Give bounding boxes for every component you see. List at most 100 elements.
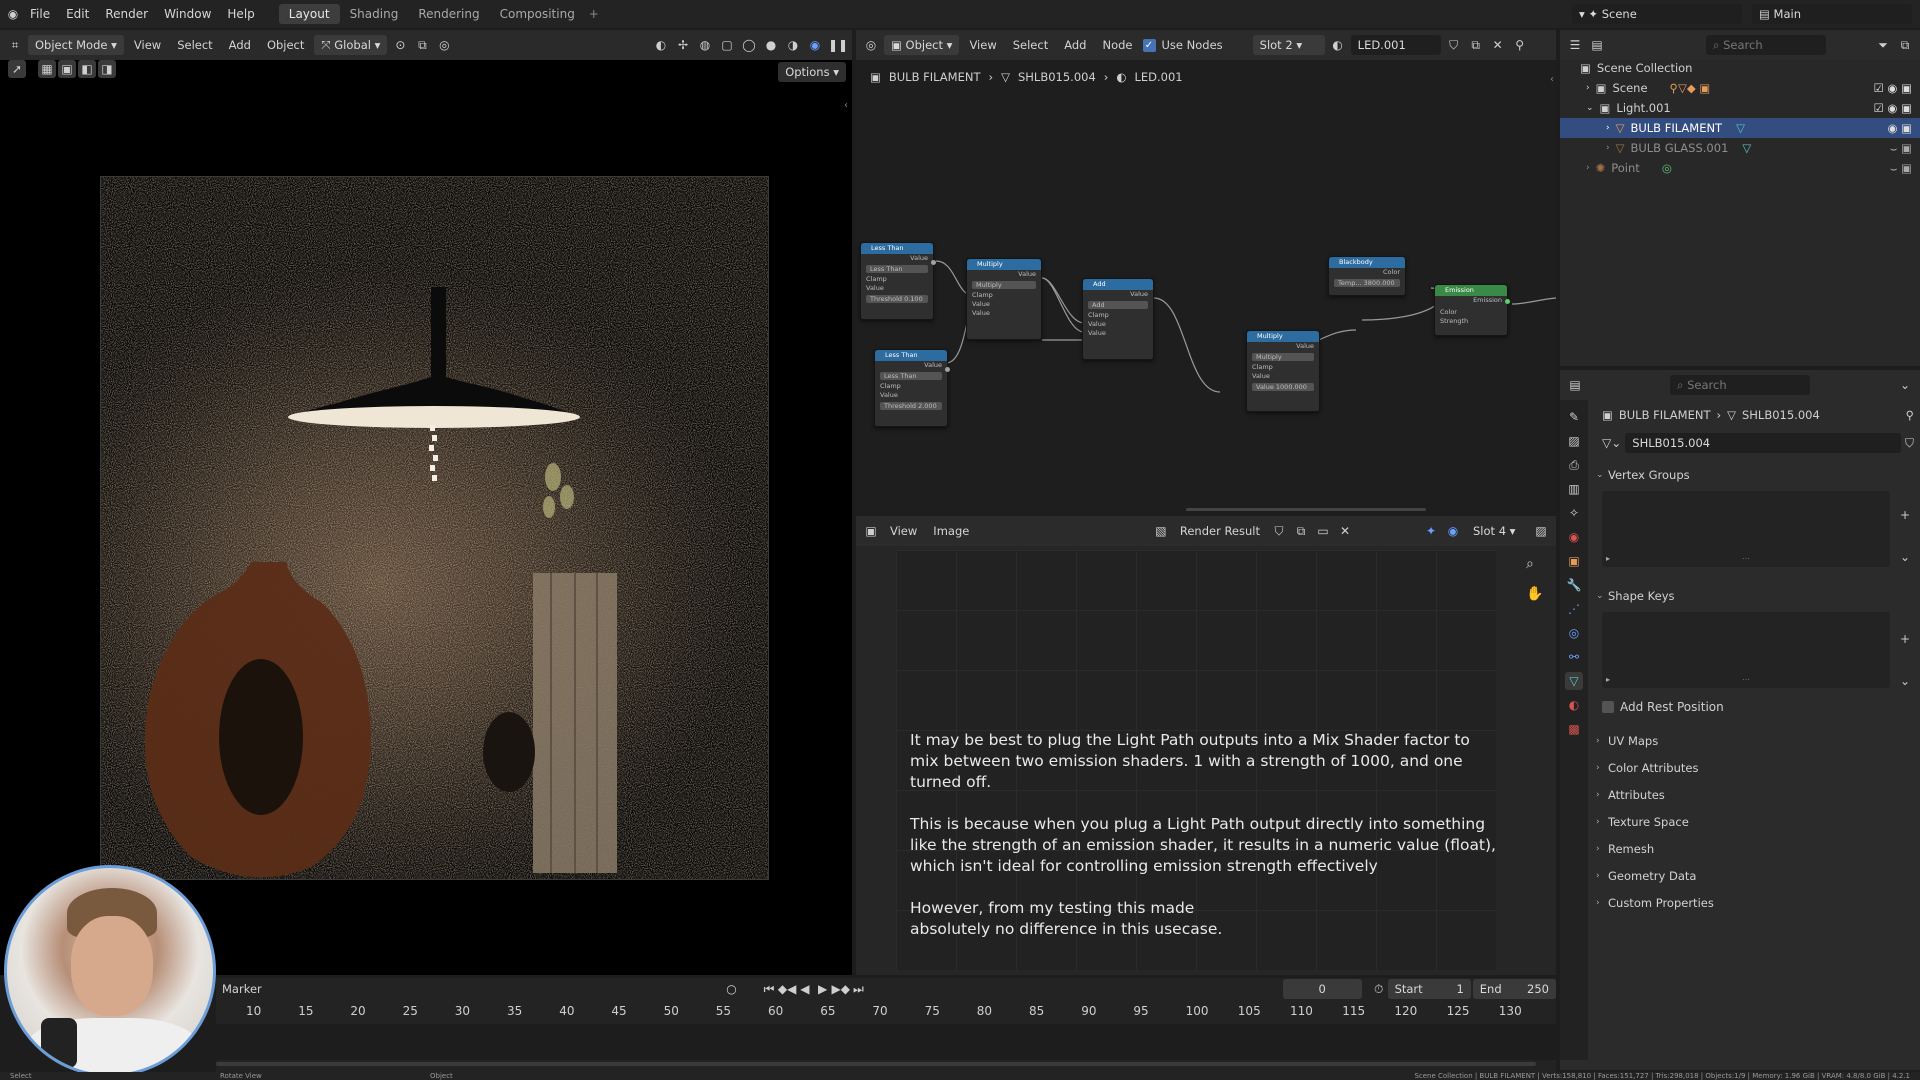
- node-value-field[interactable]: Value 1000.000: [1252, 383, 1314, 391]
- outliner-search-input[interactable]: ⌕ Search: [1706, 35, 1826, 55]
- section-geometry-data[interactable]: › Geometry Data: [1594, 863, 1914, 890]
- zoom-icon[interactable]: ⌕: [1526, 556, 1534, 572]
- timeline-scrollbar[interactable]: [216, 1062, 1536, 1066]
- image-name[interactable]: Render Result: [1174, 524, 1266, 538]
- fake-user-icon[interactable]: ⛉: [1270, 522, 1288, 540]
- properties-area[interactable]: ▤ ⌕ Search ⌄ ✎ ▨ ⎙ ▥ ✧ ◉ ▣ 🔧 ⋰ ◎ ⚯ ▽ ◐ ▩…: [1560, 370, 1920, 1070]
- properties-search-input[interactable]: ⌕ Search: [1670, 375, 1810, 395]
- jump-end-icon[interactable]: ⏭: [850, 980, 868, 998]
- play-icon[interactable]: ▶: [814, 980, 832, 998]
- outliner-row-scene-collection[interactable]: ▣ Scene Collection: [1560, 58, 1920, 78]
- data-tab-icon[interactable]: ▽: [1565, 672, 1583, 690]
- sample-icon[interactable]: ✦: [1422, 522, 1440, 540]
- fake-user-icon[interactable]: ⛉: [1905, 436, 1914, 451]
- menu-help[interactable]: Help: [219, 0, 262, 28]
- add-workspace-icon[interactable]: +: [585, 5, 603, 23]
- list-resize-icon[interactable]: ⋯: [1742, 554, 1750, 563]
- outliner-type-icon[interactable]: ☰: [1566, 36, 1584, 54]
- rendered-shading-icon[interactable]: ◉: [806, 36, 824, 54]
- render-tab-icon[interactable]: ▨: [1565, 432, 1583, 450]
- visibility-toggles[interactable]: ☑ ◉ ▣: [1873, 98, 1912, 118]
- options-chevron-icon[interactable]: ⌄: [1896, 376, 1914, 394]
- scene-selector[interactable]: ▾ ✦ Scene: [1572, 4, 1742, 24]
- pause-render-icon[interactable]: ❚❚: [828, 36, 848, 54]
- collapse-arrow-icon[interactable]: ‹: [844, 100, 848, 111]
- new-image-icon[interactable]: ⧉: [1292, 522, 1310, 540]
- select-box-icon[interactable]: ▦: [38, 60, 56, 78]
- overlay-icon[interactable]: ◍: [696, 36, 714, 54]
- node-editor-area[interactable]: ◎ ▣ Object ▾ View Select Add Node ✓ Use …: [856, 30, 1556, 512]
- list-expand-icon[interactable]: ▸: [1606, 554, 1610, 563]
- outliner-area[interactable]: ☰ ▤ ⌕ Search ⏷ ⧉ ▣ Scene Collection › ▣ Sce…: [1560, 30, 1920, 366]
- node-clamp[interactable]: Clamp: [1247, 363, 1319, 372]
- display-channels-icon[interactable]: ◉: [1444, 522, 1462, 540]
- solid-shading-icon[interactable]: ●: [762, 36, 780, 54]
- tab-layout[interactable]: Layout: [278, 4, 340, 24]
- outliner-row-bulb-glass[interactable]: › ▽ BULB GLASS.001 ▽ ⌣ ▣: [1560, 138, 1920, 158]
- menu-add[interactable]: Add: [223, 38, 257, 52]
- select-subtract-icon[interactable]: ◧: [78, 60, 96, 78]
- view-layer-tab-icon[interactable]: ▥: [1565, 480, 1583, 498]
- play-reverse-icon[interactable]: ◀: [796, 980, 814, 998]
- filter-icon[interactable]: ⏷: [1874, 36, 1892, 54]
- options-button[interactable]: Options ▾: [778, 62, 846, 82]
- blender-logo-icon[interactable]: ◉: [4, 5, 22, 23]
- section-uv-maps[interactable]: › UV Maps: [1594, 728, 1914, 755]
- node-clamp[interactable]: Clamp: [875, 382, 947, 391]
- menu-file[interactable]: File: [22, 0, 58, 28]
- physics-tab-icon[interactable]: ◎: [1565, 624, 1583, 642]
- visibility-toggles[interactable]: ◉ ▣: [1887, 118, 1912, 138]
- node-threshold-field[interactable]: Threshold 2.000: [880, 402, 942, 410]
- visibility-toggles[interactable]: ☑ ◉ ▣: [1873, 78, 1912, 98]
- node-multiply-1[interactable]: Multiply Value Multiply Clamp Value Valu…: [966, 258, 1042, 340]
- start-frame-field[interactable]: Start 1: [1387, 979, 1471, 999]
- section-remesh[interactable]: › Remesh: [1594, 836, 1914, 863]
- menu-select[interactable]: Select: [171, 38, 218, 52]
- node-multiply-2[interactable]: Multiply Value Multiply Clamp Value Valu…: [1246, 330, 1320, 412]
- node-clamp[interactable]: Clamp: [967, 291, 1041, 300]
- tab-rendering[interactable]: Rendering: [408, 4, 489, 24]
- node-clamp[interactable]: Clamp: [861, 275, 933, 284]
- section-attributes[interactable]: › Attributes: [1594, 782, 1914, 809]
- mode-dropdown[interactable]: Object Mode ▾: [28, 35, 124, 55]
- node-op-dropdown[interactable]: Add: [1088, 301, 1148, 309]
- current-frame-field[interactable]: 0: [1282, 979, 1362, 999]
- node-op-dropdown[interactable]: Less Than: [880, 372, 942, 380]
- viewport-area[interactable]: ⌗ Object Mode ▾ View Select Add Object ⤧…: [0, 30, 852, 1077]
- open-image-icon[interactable]: ▭: [1314, 522, 1332, 540]
- pivot-icon[interactable]: ⊙: [391, 36, 409, 54]
- image-editor-type-icon[interactable]: ▣: [862, 522, 880, 540]
- image-browse-icon[interactable]: ▧: [1152, 522, 1170, 540]
- section-color-attributes[interactable]: › Color Attributes: [1594, 755, 1914, 782]
- node-less-than-2[interactable]: Less Than Value Less Than Clamp Value Th…: [874, 349, 950, 427]
- expand-icon[interactable]: ›: [1606, 118, 1610, 138]
- proportional-icon[interactable]: ◎: [435, 36, 453, 54]
- expand-icon[interactable]: ›: [1586, 78, 1590, 98]
- cursor-tool-icon[interactable]: ➚: [8, 60, 26, 78]
- vertex-group-menu-icon[interactable]: ⌄: [1900, 550, 1910, 564]
- object-tab-icon[interactable]: ▣: [1565, 552, 1583, 570]
- snap-icon[interactable]: ⧉: [413, 36, 431, 54]
- collapse-arrow-icon[interactable]: ‹: [1550, 74, 1554, 85]
- socket-out[interactable]: [1505, 299, 1510, 304]
- list-resize-icon[interactable]: ⋯: [1742, 675, 1750, 684]
- shape-key-menu-icon[interactable]: ⌄: [1900, 674, 1910, 688]
- world-tab-icon[interactable]: ◉: [1565, 528, 1583, 546]
- expand-icon[interactable]: ›: [1606, 138, 1610, 158]
- view-options-icon[interactable]: ▨: [1532, 522, 1550, 540]
- section-custom-properties[interactable]: › Custom Properties: [1594, 890, 1914, 917]
- pin-icon[interactable]: ⚲: [1906, 408, 1914, 422]
- shape-keys-list[interactable]: ▸ ⋯: [1602, 612, 1890, 688]
- end-frame-field[interactable]: End 250: [1472, 979, 1556, 999]
- transform-orientation-dropdown[interactable]: ⤧ Global ▾: [314, 35, 388, 55]
- menu-render[interactable]: Render: [97, 0, 156, 28]
- visibility-toggles[interactable]: ⌣ ▣: [1890, 138, 1912, 158]
- next-keyframe-icon[interactable]: ▶◆: [832, 980, 850, 998]
- section-vertex-groups[interactable]: ⌄ Vertex Groups: [1594, 462, 1914, 489]
- menu-marker[interactable]: Marker: [216, 982, 268, 996]
- select-extend-icon[interactable]: ▣: [58, 60, 76, 78]
- visibility-icon[interactable]: ◐: [652, 36, 670, 54]
- section-shape-keys[interactable]: ⌄ Shape Keys: [1594, 583, 1914, 610]
- timeline-track[interactable]: [216, 1024, 1556, 1060]
- close-image-icon[interactable]: ✕: [1336, 522, 1354, 540]
